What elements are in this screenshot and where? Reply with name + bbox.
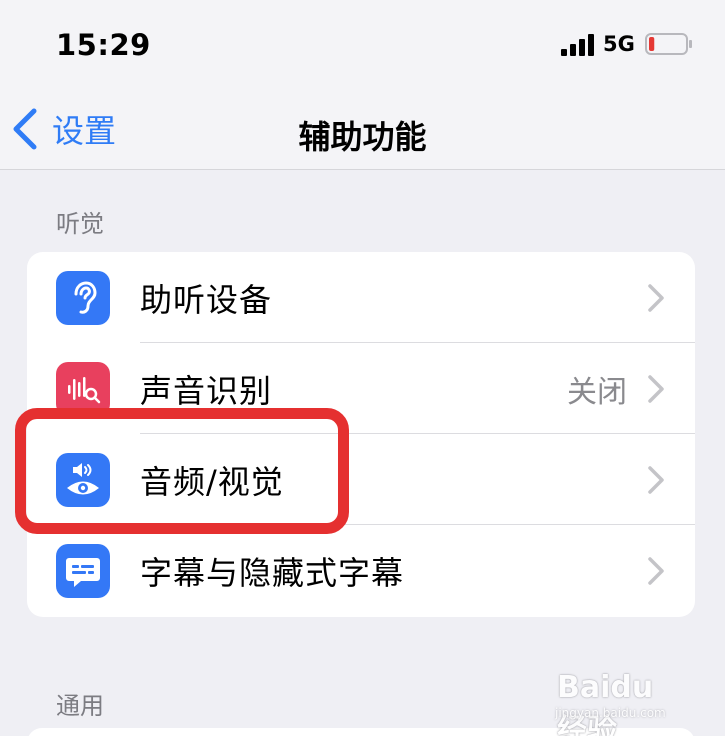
chevron-right-icon [648,556,664,585]
row-captions[interactable]: 字幕与隐藏式字幕 [27,525,695,616]
network-type: 5G [603,32,635,56]
ear-icon [56,270,110,325]
annotation-highlight-box [15,408,349,534]
section-header-general: 通用 [56,692,104,720]
battery-icon [645,33,692,55]
watermark-url: jingyan.baidu.com [555,706,666,720]
chevron-right-icon [648,374,664,403]
section-header-hearing: 听觉 [56,210,104,238]
status-time: 15:29 [56,28,151,62]
row-value: 关闭 [567,374,627,410]
status-bar: 15:29 5G [0,0,725,90]
watermark-brand: Baidu 经验 [557,670,654,736]
captions-icon [56,543,110,598]
row-hearing-devices[interactable]: 助听设备 [27,252,695,343]
page-title: 辅助功能 [298,118,427,156]
baidu-watermark-logo: Baidu 经验 jingyan.baidu.com [553,658,693,736]
navigation-bar: 设置 辅助功能 [0,90,725,170]
row-label: 声音识别 [140,371,273,410]
cellular-signal-icon [561,34,594,56]
chevron-right-icon [648,283,664,312]
chevron-right-icon [648,465,664,494]
row-label: 字幕与隐藏式字幕 [140,553,405,592]
row-label: 助听设备 [140,280,273,319]
